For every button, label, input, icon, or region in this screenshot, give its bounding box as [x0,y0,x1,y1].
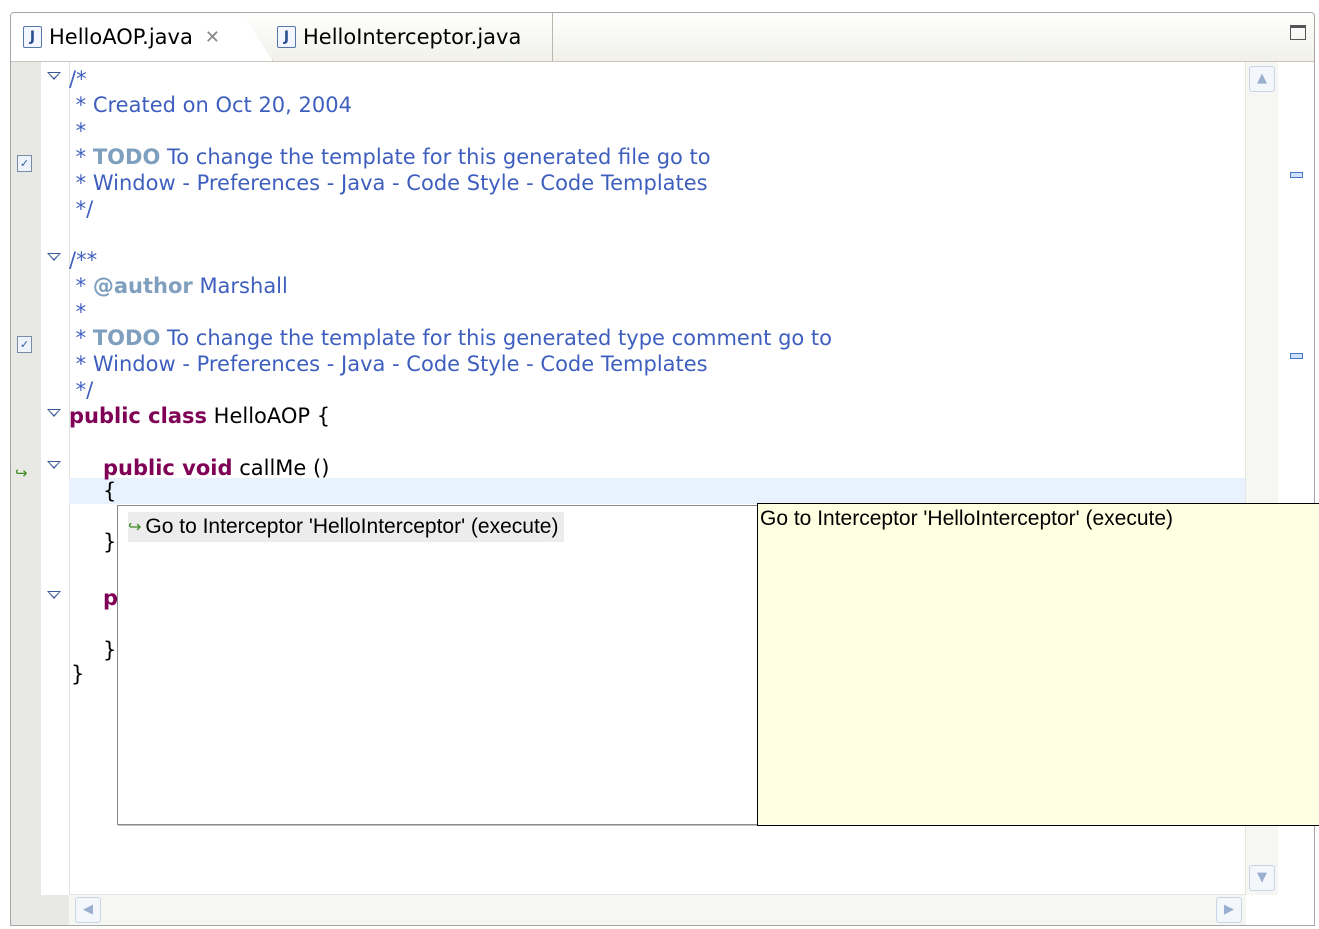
fold-collapse-icon[interactable] [47,253,61,261]
code-line: * [69,119,87,143]
task-icon[interactable]: ✓ [17,336,32,353]
item-label: Go to Interceptor 'HelloInterceptor' (ex… [145,515,559,538]
tab-label: HelloAOP.java [49,25,193,49]
editor-tab-bar: J HelloAOP.java ✕ J HelloInterceptor.jav… [11,13,1314,62]
tab-label: HelloInterceptor.java [303,25,522,49]
go-to-interceptor-item[interactable]: ↪ Go to Interceptor 'HelloInterceptor' (… [128,512,565,542]
folding-ruler[interactable] [41,62,70,895]
code-line: p [103,586,119,610]
code-line: } [103,638,117,662]
fold-collapse-icon[interactable] [47,72,61,80]
code-line: * TODO To change the template for this g… [69,145,711,169]
code-line: * Window - Preferences - Java - Code Sty… [69,352,708,376]
close-icon[interactable]: ✕ [205,27,220,48]
gutter-corner [11,895,69,925]
scroll-up-icon[interactable]: ▲ [1249,66,1275,92]
fold-collapse-icon[interactable] [47,461,61,469]
code-line: { [103,479,117,503]
code-line: * [69,300,87,324]
code-line: /* [69,67,87,91]
tab-hellointerceptor[interactable]: J HelloInterceptor.java [273,13,553,61]
horizontal-scrollbar[interactable]: ◀ ▶ [69,894,1246,925]
info-tooltip: Go to Interceptor 'HelloInterceptor' (ex… [757,503,1319,826]
code-line: } [103,530,117,554]
maximize-icon[interactable] [1290,25,1306,40]
scroll-down-icon[interactable]: ▼ [1249,865,1275,891]
tab-helloaop[interactable]: J HelloAOP.java ✕ [11,13,273,61]
task-marker-icon[interactable] [1290,172,1303,178]
current-line-highlight [69,478,1246,504]
code-line: * Created on Oct 20, 2004 [69,93,352,117]
code-line: * @author Marshall [69,274,288,298]
info-text: Go to Interceptor 'HelloInterceptor' (ex… [760,507,1174,530]
code-line: public class HelloAOP { [69,404,331,428]
code-line: * Window - Preferences - Java - Code Sty… [69,171,708,195]
code-line: * TODO To change the template for this g… [69,326,833,350]
code-line: } [71,662,85,686]
scroll-right-icon[interactable]: ▶ [1216,897,1242,923]
code-line: /** [69,248,98,272]
java-file-icon: J [23,26,42,48]
interceptor-icon[interactable]: ↪ [15,465,35,481]
task-icon[interactable]: ✓ [17,155,32,172]
code-line: */ [69,378,94,402]
scroll-left-icon[interactable]: ◀ [75,897,101,923]
fold-collapse-icon[interactable] [47,591,61,599]
interceptor-icon: ↪ [128,519,142,536]
code-line: public void callMe () [103,456,330,480]
annotation-ruler[interactable]: ✓ ✓ ↪ [11,62,42,895]
quick-fix-list[interactable]: ↪ Go to Interceptor 'HelloInterceptor' (… [117,505,757,825]
code-line: */ [69,197,94,221]
fold-collapse-icon[interactable] [47,409,61,417]
java-file-icon: J [277,26,296,48]
task-marker-icon[interactable] [1290,353,1303,359]
